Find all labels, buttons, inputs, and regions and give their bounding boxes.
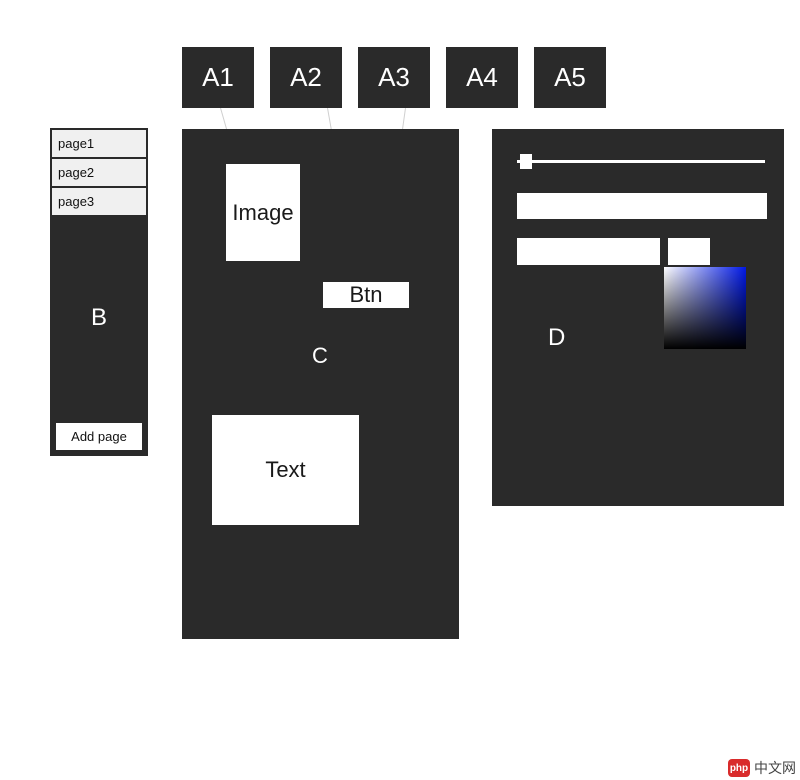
slider-track[interactable]	[517, 160, 765, 163]
add-page-button[interactable]: Add page	[56, 423, 142, 450]
properties-panel: D	[492, 129, 784, 506]
widget-palette-tabs: A1 A2 A3 A4 A5	[182, 47, 606, 108]
panel-d-label: D	[548, 324, 565, 352]
page-list-item[interactable]: page2	[52, 159, 146, 188]
slider-thumb[interactable]	[520, 154, 532, 169]
property-text-input[interactable]	[517, 193, 767, 219]
page-list-panel: page1 page2 page3 B Add page	[50, 128, 148, 456]
watermark-text: 中文网	[754, 758, 796, 778]
image-widget[interactable]: Image	[226, 164, 300, 261]
tab-a4[interactable]: A4	[446, 47, 518, 108]
page-list-item[interactable]: page1	[52, 130, 146, 159]
page-list-item[interactable]: page3	[52, 188, 146, 217]
panel-b-label: B	[52, 217, 146, 419]
property-dropdown[interactable]	[517, 238, 660, 265]
color-picker[interactable]	[664, 267, 746, 349]
panel-c-label: C	[312, 343, 328, 369]
tab-a3[interactable]: A3	[358, 47, 430, 108]
property-value-box[interactable]	[668, 238, 710, 265]
tab-a1[interactable]: A1	[182, 47, 254, 108]
editor-canvas[interactable]: C Image Btn Text	[182, 129, 459, 639]
button-widget[interactable]: Btn	[323, 282, 409, 308]
text-widget[interactable]: Text	[212, 415, 359, 525]
tab-a2[interactable]: A2	[270, 47, 342, 108]
site-watermark: php 中文网	[728, 758, 796, 778]
tab-a5[interactable]: A5	[534, 47, 606, 108]
watermark-icon: php	[728, 759, 750, 777]
